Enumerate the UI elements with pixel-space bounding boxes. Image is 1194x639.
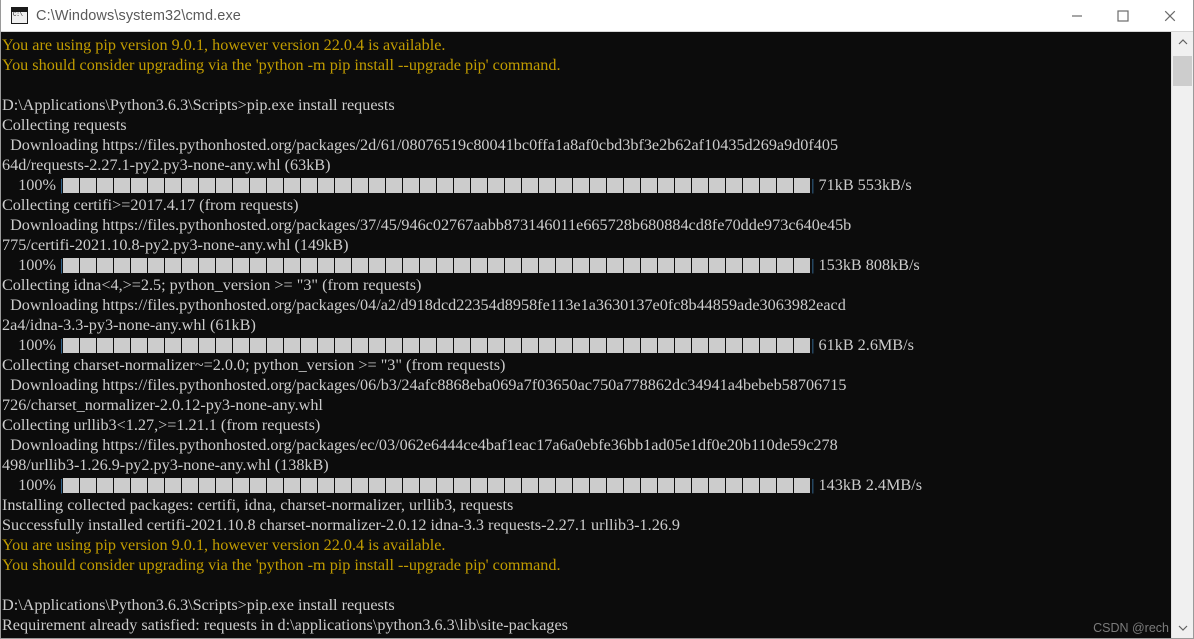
progress-indent: 100% [2,476,60,494]
progress-indent: 100% [2,176,60,194]
terminal-line: You are using pip version 9.0.1, however… [2,536,446,554]
terminal-line: You should consider upgrading via the 'p… [2,556,561,574]
terminal-line: 498/urllib3-1.26.9-py2.py3-none-any.whl … [2,456,329,474]
terminal-line: Installing collected packages: certifi, … [2,496,514,514]
terminal-line: D:\Applications\Python3.6.3\Scripts>pip.… [2,596,395,614]
progress-bar [63,478,812,493]
terminal-line: Successfully installed certifi-2021.10.8… [2,516,681,534]
progress-indent: 100% [2,256,60,274]
terminal-line: 726/charset_normalizer-2.0.12-py3-none-a… [2,396,323,414]
terminal-line: 775/certifi-2021.10.8-py2.py3-none-any.w… [2,236,349,254]
chevron-down-icon [1178,625,1187,631]
terminal-line: Requirement already satisfied: requests … [2,616,568,634]
scrollbar-thumb[interactable] [1173,56,1192,86]
terminal-line: D:\Applications\Python3.6.3\Scripts>pip.… [2,96,395,114]
terminal-line: 100% | | 61kB 2.6MB/s [1,335,1171,355]
window-controls [1054,0,1193,31]
terminal-line: Downloading https://files.pythonhosted.o… [2,436,838,454]
progress-stats: 143kB 2.4MB/s [814,476,922,494]
chevron-up-icon [1178,39,1187,45]
progress-stats: 153kB 808kB/s [814,256,920,274]
terminal-line: Collecting requests [2,116,127,134]
vertical-scrollbar[interactable] [1171,32,1193,638]
terminal-line: Collecting certifi>=2017.4.17 (from requ… [2,196,299,214]
progress-bar [63,338,812,353]
scrollbar-track[interactable] [1172,52,1193,618]
maximize-button[interactable] [1100,0,1146,31]
minimize-button[interactable] [1054,0,1100,31]
terminal-line: 100% | | 143kB 2.4MB/s [1,475,1171,495]
scroll-down-arrow[interactable] [1172,618,1193,638]
minimize-icon [1072,14,1082,17]
terminal-line: 64d/requests-2.27.1-py2.py3-none-any.whl… [2,156,331,174]
terminal-line: Downloading https://files.pythonhosted.o… [2,216,852,234]
progress-stats: 71kB 553kB/s [814,176,912,194]
progress-bar [63,258,812,273]
terminal-line: You should consider upgrading via the 'p… [2,56,561,74]
terminal-line: Downloading https://files.pythonhosted.o… [2,296,846,314]
close-icon [1164,10,1175,21]
terminal-output[interactable]: You are using pip version 9.0.1, however… [1,32,1171,638]
console-area: You are using pip version 9.0.1, however… [1,32,1193,638]
progress-indent: 100% [2,336,60,354]
progress-bar [63,178,812,193]
terminal-lines: You are using pip version 9.0.1, however… [1,32,1171,635]
cmd-window: C:\Windows\system32\cmd.exe You [0,0,1194,639]
terminal-line: Downloading https://files.pythonhosted.o… [2,136,839,154]
maximize-icon [1117,9,1129,22]
close-button[interactable] [1146,0,1193,31]
terminal-line: 2a4/idna-3.3-py3-none-any.whl (61kB) [2,316,256,334]
window-title: C:\Windows\system32\cmd.exe [36,7,241,24]
terminal-line: You are using pip version 9.0.1, however… [2,36,446,54]
terminal-line: Collecting urllib3<1.27,>=1.21.1 (from r… [2,416,321,434]
terminal-line: 100% | | 153kB 808kB/s [1,255,1171,275]
terminal-line: Downloading https://files.pythonhosted.o… [2,376,847,394]
title-bar[interactable]: C:\Windows\system32\cmd.exe [1,0,1193,32]
terminal-line: 100% | | 71kB 553kB/s [1,175,1171,195]
terminal-line: Collecting charset-normalizer~=2.0.0; py… [2,356,506,374]
scroll-up-arrow[interactable] [1172,32,1193,52]
terminal-line: Collecting idna<4,>=2.5; python_version … [2,276,422,294]
progress-stats: 61kB 2.6MB/s [814,336,914,354]
cmd-icon [11,7,28,24]
